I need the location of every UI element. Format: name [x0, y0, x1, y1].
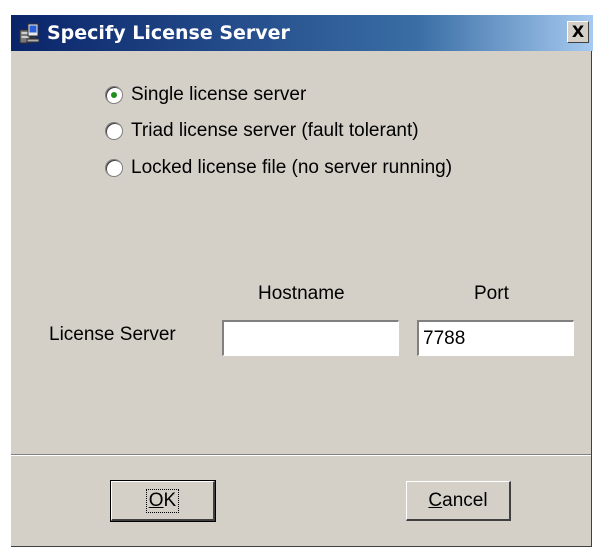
license-server-icon: [17, 21, 41, 45]
radio-single-license-server[interactable]: Single license server: [105, 81, 306, 109]
close-button[interactable]: X: [567, 21, 589, 43]
ok-label-rest: K: [163, 489, 177, 511]
radio-locked-license-file[interactable]: Locked license file (no server running): [105, 154, 452, 182]
cancel-mnemonic: C: [428, 489, 443, 511]
radio-label-locked: Locked license file (no server running): [131, 157, 453, 178]
radio-label-single: Single license server: [131, 84, 307, 105]
radio-label-triad: Triad license server (fault tolerant): [131, 120, 419, 141]
ok-button[interactable]: OK: [110, 480, 216, 522]
ok-mnemonic: O: [148, 489, 164, 511]
ok-button-label: OK: [145, 488, 180, 513]
title-bar[interactable]: Specify License Server X: [11, 15, 593, 51]
cancel-button[interactable]: Cancel: [406, 481, 511, 521]
radio-button-single[interactable]: [105, 86, 123, 104]
radio-button-locked[interactable]: [105, 159, 123, 177]
cancel-button-label: Cancel: [428, 490, 487, 512]
port-column-header: Port: [474, 283, 509, 304]
hostname-column-header: Hostname: [258, 283, 345, 304]
license-server-dialog: Specify License Server X Single license …: [10, 14, 593, 547]
hostname-input[interactable]: [222, 320, 399, 356]
cancel-label-rest: ancel: [442, 489, 488, 511]
port-input[interactable]: [417, 320, 574, 356]
radio-button-triad[interactable]: [105, 122, 123, 140]
radio-triad-license-server[interactable]: Triad license server (fault tolerant): [105, 117, 419, 145]
button-area-divider: [11, 454, 591, 456]
license-server-label: License Server: [49, 324, 176, 345]
dialog-title: Specify License Server: [47, 22, 290, 44]
close-icon: X: [571, 22, 585, 41]
